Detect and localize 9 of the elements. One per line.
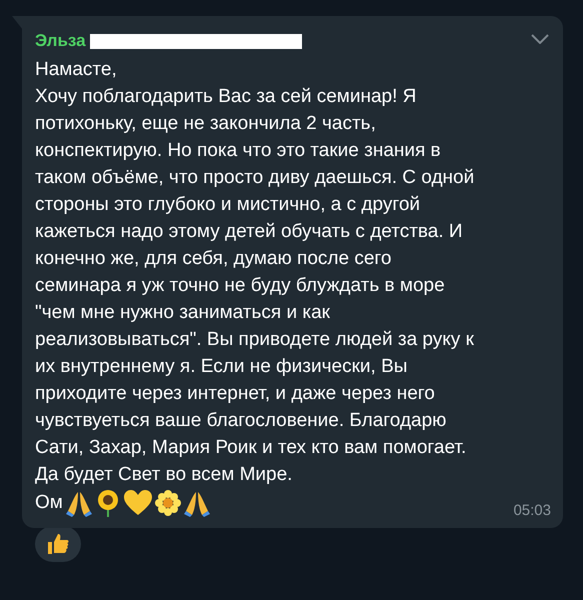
message-text: Ом <box>35 492 63 514</box>
reaction-button[interactable] <box>35 526 81 562</box>
sender-name: Эльза <box>35 31 86 51</box>
message-text: Намасте, Хочу поблагодарить Вас за сей семинар! Я потихоньку, еще не закончила 2 часть, конспектирую. Но пока что это такие знания в таком объёме, что просто диву даешься. С одной стороны это глубоко и мистично, а с другой кажеться надо этому детей обучать с детства. И конечно же, для себя, думаю после сего семинара я уж точно не буду блуждать в море "чем мне нужно заниматься и как реализовываться". Вы приводете людей за руку к их внутреннему я. Если не физически, Вы приходите через интернет, и даже через него чувствуеться ваше благословение. Благодарю Сати, Захар, Мария Роик и тех кто вам помогает. Да будет Свет во всем Мире. <box>35 58 476 487</box>
thumbs-up-icon <box>46 532 70 556</box>
chevron-down-icon[interactable] <box>531 34 549 44</box>
flower-icon <box>154 490 181 516</box>
heart-icon <box>124 490 152 516</box>
message-time: 05:03 <box>513 502 551 519</box>
